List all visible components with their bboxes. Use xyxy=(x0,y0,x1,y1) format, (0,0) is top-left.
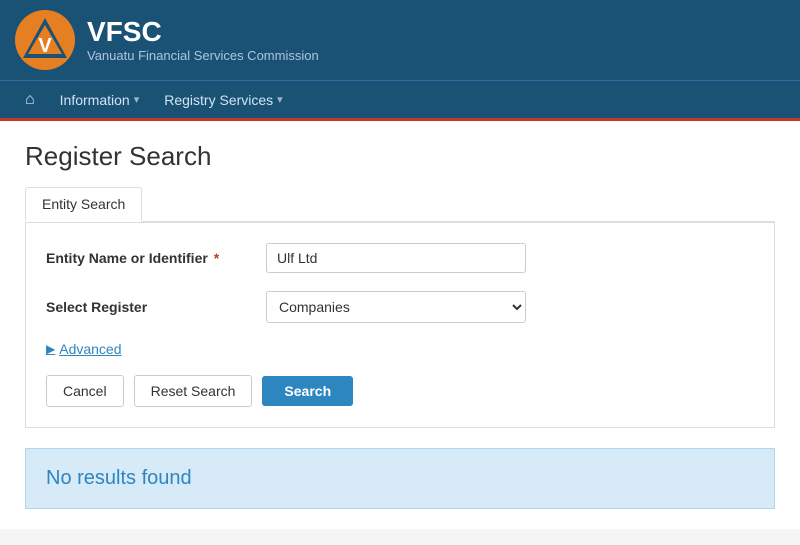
logo-text: VFSC Vanuatu Financial Services Commissi… xyxy=(87,17,319,63)
site-header: V VFSC Vanuatu Financial Services Commis… xyxy=(0,0,800,80)
logo-wrap: V VFSC Vanuatu Financial Services Commis… xyxy=(15,10,319,70)
select-register-dropdown[interactable]: Companies Trusts Partnerships Foundation… xyxy=(266,291,526,323)
vfsc-logo: V xyxy=(15,10,75,70)
registry-chevron-icon: ▾ xyxy=(277,93,283,106)
org-name: Vanuatu Financial Services Commission xyxy=(87,48,319,63)
nav-item-information[interactable]: Information ▾ xyxy=(50,86,150,114)
advanced-toggle[interactable]: ▶ Advanced xyxy=(46,341,754,357)
select-register-label: Select Register xyxy=(46,299,266,315)
no-results-text: No results found xyxy=(46,467,192,489)
org-acronym: VFSC xyxy=(87,17,319,48)
tab-entity-search[interactable]: Entity Search xyxy=(25,187,142,222)
tabs-bar: Entity Search xyxy=(25,187,775,223)
nav-item-registry-services[interactable]: Registry Services ▾ xyxy=(154,86,292,114)
entity-name-label: Entity Name or Identifier * xyxy=(46,250,266,266)
select-register-row: Select Register Companies Trusts Partner… xyxy=(46,291,754,323)
no-results-panel: No results found xyxy=(25,448,775,509)
cancel-button[interactable]: Cancel xyxy=(46,375,124,407)
nav-registry-label: Registry Services xyxy=(164,92,273,108)
nav-information-label: Information xyxy=(60,92,130,108)
reset-search-button[interactable]: Reset Search xyxy=(134,375,253,407)
required-star: * xyxy=(210,250,219,266)
navigation: ⌂ Information ▾ Registry Services ▾ xyxy=(0,80,800,118)
entity-name-input[interactable] xyxy=(266,243,526,273)
svg-text:V: V xyxy=(38,35,52,57)
information-chevron-icon: ▾ xyxy=(134,93,140,106)
search-button[interactable]: Search xyxy=(262,376,353,406)
advanced-arrow-icon: ▶ xyxy=(46,342,55,356)
form-area: Entity Name or Identifier * Select Regis… xyxy=(25,223,775,428)
page-title: Register Search xyxy=(25,141,775,172)
nav-home-icon[interactable]: ⌂ xyxy=(15,85,45,115)
entity-name-row: Entity Name or Identifier * xyxy=(46,243,754,273)
main-content: Register Search Entity Search Entity Nam… xyxy=(0,121,800,529)
advanced-label: Advanced xyxy=(59,341,121,357)
buttons-row: Cancel Reset Search Search xyxy=(46,375,754,407)
